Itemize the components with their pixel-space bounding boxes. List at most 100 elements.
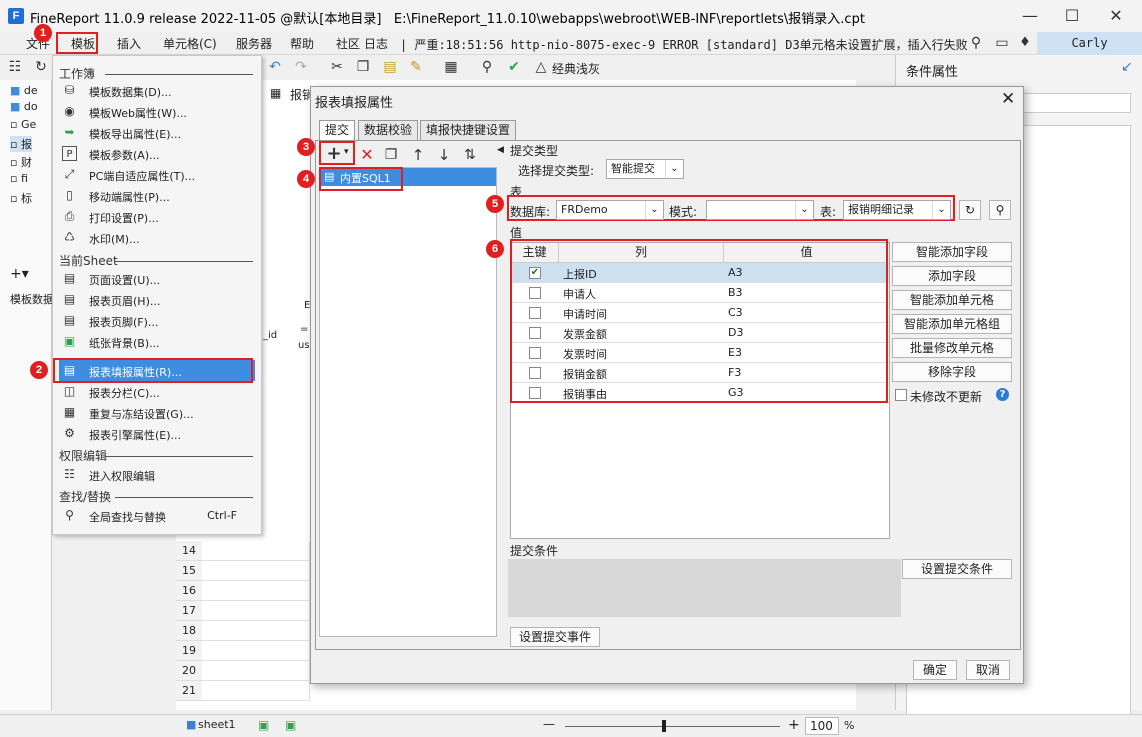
row-header[interactable]: 15 [176,561,202,581]
preview-icon[interactable]: ▦ [442,58,460,76]
collapse-arrow-icon[interactable]: ◀ [497,145,504,155]
zoom-input[interactable]: 100 [805,717,839,735]
zoom-slider-thumb[interactable] [662,720,666,732]
arrow-down-icon[interactable]: ↓ [435,146,453,164]
search-icon[interactable]: ⚲ [966,33,986,53]
menu-item-web-attr[interactable]: ◉ 模板Web属性(W)... [59,101,255,122]
menu-item-freeze[interactable]: ▦ 重复与冻结设置(G)... [59,402,255,423]
menu-item-engine[interactable]: ⚙ 报表引擎属性(E)... [59,423,255,444]
refresh-icon[interactable]: ↻ [959,200,981,220]
expand-icon[interactable]: ↙ [1121,59,1133,75]
help-icon[interactable]: ? [996,388,1009,401]
check-icon[interactable]: ✔ [505,58,523,76]
menu-help[interactable]: 帮助 [290,35,314,52]
maximize-icon[interactable]: ☐ [1062,6,1082,26]
brush-icon[interactable]: ✎ [407,58,425,76]
tree-item[interactable]: ■ do [10,100,38,113]
copy-icon[interactable]: ❐ [354,58,372,76]
tree-item[interactable]: ▫ fi [10,172,28,185]
zoom-in-icon[interactable]: + [788,717,800,733]
mode-select[interactable]: ⌄ [706,200,814,220]
row-header[interactable]: 16 [176,581,202,601]
menu-item-print[interactable]: ⎙ 打印设置(P)... [59,206,255,227]
menu-item-page-setup[interactable]: ▤ 页面设置(U)... [59,268,255,289]
menu-item-footer[interactable]: ▤ 报表页脚(F)... [59,310,255,331]
menu-item-pc-adaptive[interactable]: ⤢ PC端自适应属性(T)... [59,164,255,185]
add-sheet-icon[interactable]: ▣ [258,718,269,732]
grid-cell[interactable] [202,541,310,561]
submit-type-select[interactable]: 智能提交 ⌄ [606,159,684,179]
add-field-button[interactable]: 添加字段 [892,266,1012,286]
cancel-button[interactable]: 取消 [966,660,1010,680]
new-icon[interactable]: ☷ [6,58,24,76]
no-update-checkbox[interactable] [895,389,907,401]
add-icon[interactable]: +▾ [10,266,29,282]
close-icon[interactable]: ✕ [1106,6,1126,26]
grid-cell[interactable] [202,601,310,621]
redo-icon[interactable]: ↷ [292,58,310,76]
arrow-up-icon[interactable]: ↑ [409,146,427,164]
tab-submit[interactable]: 提交 [319,120,356,141]
set-condition-button[interactable]: 设置提交条件 [902,559,1012,579]
tree-item[interactable]: ▫ Ge [10,118,36,131]
grid-cell[interactable] [202,561,310,581]
menu-item-dataset[interactable]: ⛁ 模板数据集(D)... [59,80,255,101]
menu-item-permission[interactable]: ☷ 进入权限编辑 [59,464,255,485]
tree-item[interactable]: ■ de [10,84,38,97]
menu-server[interactable]: 服务器 [236,35,272,52]
row-header[interactable]: 14 [176,541,202,561]
grid-cell[interactable] [202,581,310,601]
menu-insert[interactable]: 插入 [117,35,141,52]
menu-community[interactable]: 社区 [336,35,360,52]
add-form-sheet-icon[interactable]: ▣ [285,718,296,732]
ok-button[interactable]: 确定 [913,660,957,680]
refresh-icon[interactable]: ↻ [32,58,50,76]
close-icon[interactable]: ✕ [1001,89,1015,109]
delete-icon[interactable]: ✕ [358,146,376,164]
db-select[interactable]: FRDemo ⌄ [556,200,664,220]
zoom-slider[interactable] [565,726,780,727]
minimize-icon[interactable]: — [1020,6,1040,26]
table-select[interactable]: 报销明细记录 ⌄ [843,200,951,220]
tree-item[interactable]: ▫ 报 [10,136,32,152]
remove-field-button[interactable]: 移除字段 [892,362,1012,382]
menu-item-header[interactable]: ▤ 报表页眉(H)... [59,289,255,310]
batch-edit-cell-button[interactable]: 批量修改单元格 [892,338,1012,358]
set-event-button[interactable]: 设置提交事件 [510,627,600,647]
sort-icon[interactable]: ⇅ [461,146,479,164]
tab-validation[interactable]: 数据校验 [358,120,419,140]
menu-cell[interactable]: 单元格(C) [163,35,217,52]
grid-cell[interactable] [202,661,310,681]
tab-shortcuts[interactable]: 填报快捷键设置 [420,120,517,140]
monitor-icon[interactable]: ▭ [992,33,1012,53]
bell-icon[interactable]: ♦ [1015,33,1035,53]
paste-icon[interactable]: ▤ [381,58,399,76]
menu-item-columns[interactable]: ◫ 报表分栏(C)... [59,381,255,402]
theme-label[interactable]: 经典浅灰 [552,60,600,77]
grid-cell[interactable] [202,621,310,641]
grid-cell[interactable] [202,641,310,661]
sheet-tab[interactable]: sheet1 [198,718,236,731]
row-header[interactable]: 19 [176,641,202,661]
tree-item[interactable]: ▫ 财 [10,154,32,170]
zoom-icon[interactable]: ⚲ [478,58,496,76]
preview-table-icon[interactable]: ⚲ [989,200,1011,220]
grid-cell[interactable] [202,681,310,701]
menu-item-params[interactable]: P 模板参数(A)... [59,143,255,164]
shirt-icon[interactable]: △ [532,58,550,76]
menu-item-mobile[interactable]: ▯ 移动端属性(P)... [59,185,255,206]
row-header[interactable]: 20 [176,661,202,681]
menu-item-export-attr[interactable]: ➥ 模板导出属性(E)... [59,122,255,143]
menu-item-watermark[interactable]: ♺ 水印(M)... [59,227,255,248]
copy-icon[interactable]: ❐ [382,146,400,164]
zoom-out-icon[interactable]: — [543,717,555,731]
user-name[interactable]: Carly [1037,32,1142,55]
menu-item-find-replace[interactable]: ⚲ 全局查找与替换 Ctrl-F [59,505,255,526]
smart-add-cell-button[interactable]: 智能添加单元格 [892,290,1012,310]
undo-icon[interactable]: ↶ [266,58,284,76]
menu-log[interactable]: 日志 [364,35,388,52]
menu-item-background[interactable]: ▣ 纸张背景(B)... [59,331,255,352]
row-header[interactable]: 17 [176,601,202,621]
tree-item[interactable]: ▫ 标 [10,190,32,206]
smart-add-field-button[interactable]: 智能添加字段 [892,242,1012,262]
